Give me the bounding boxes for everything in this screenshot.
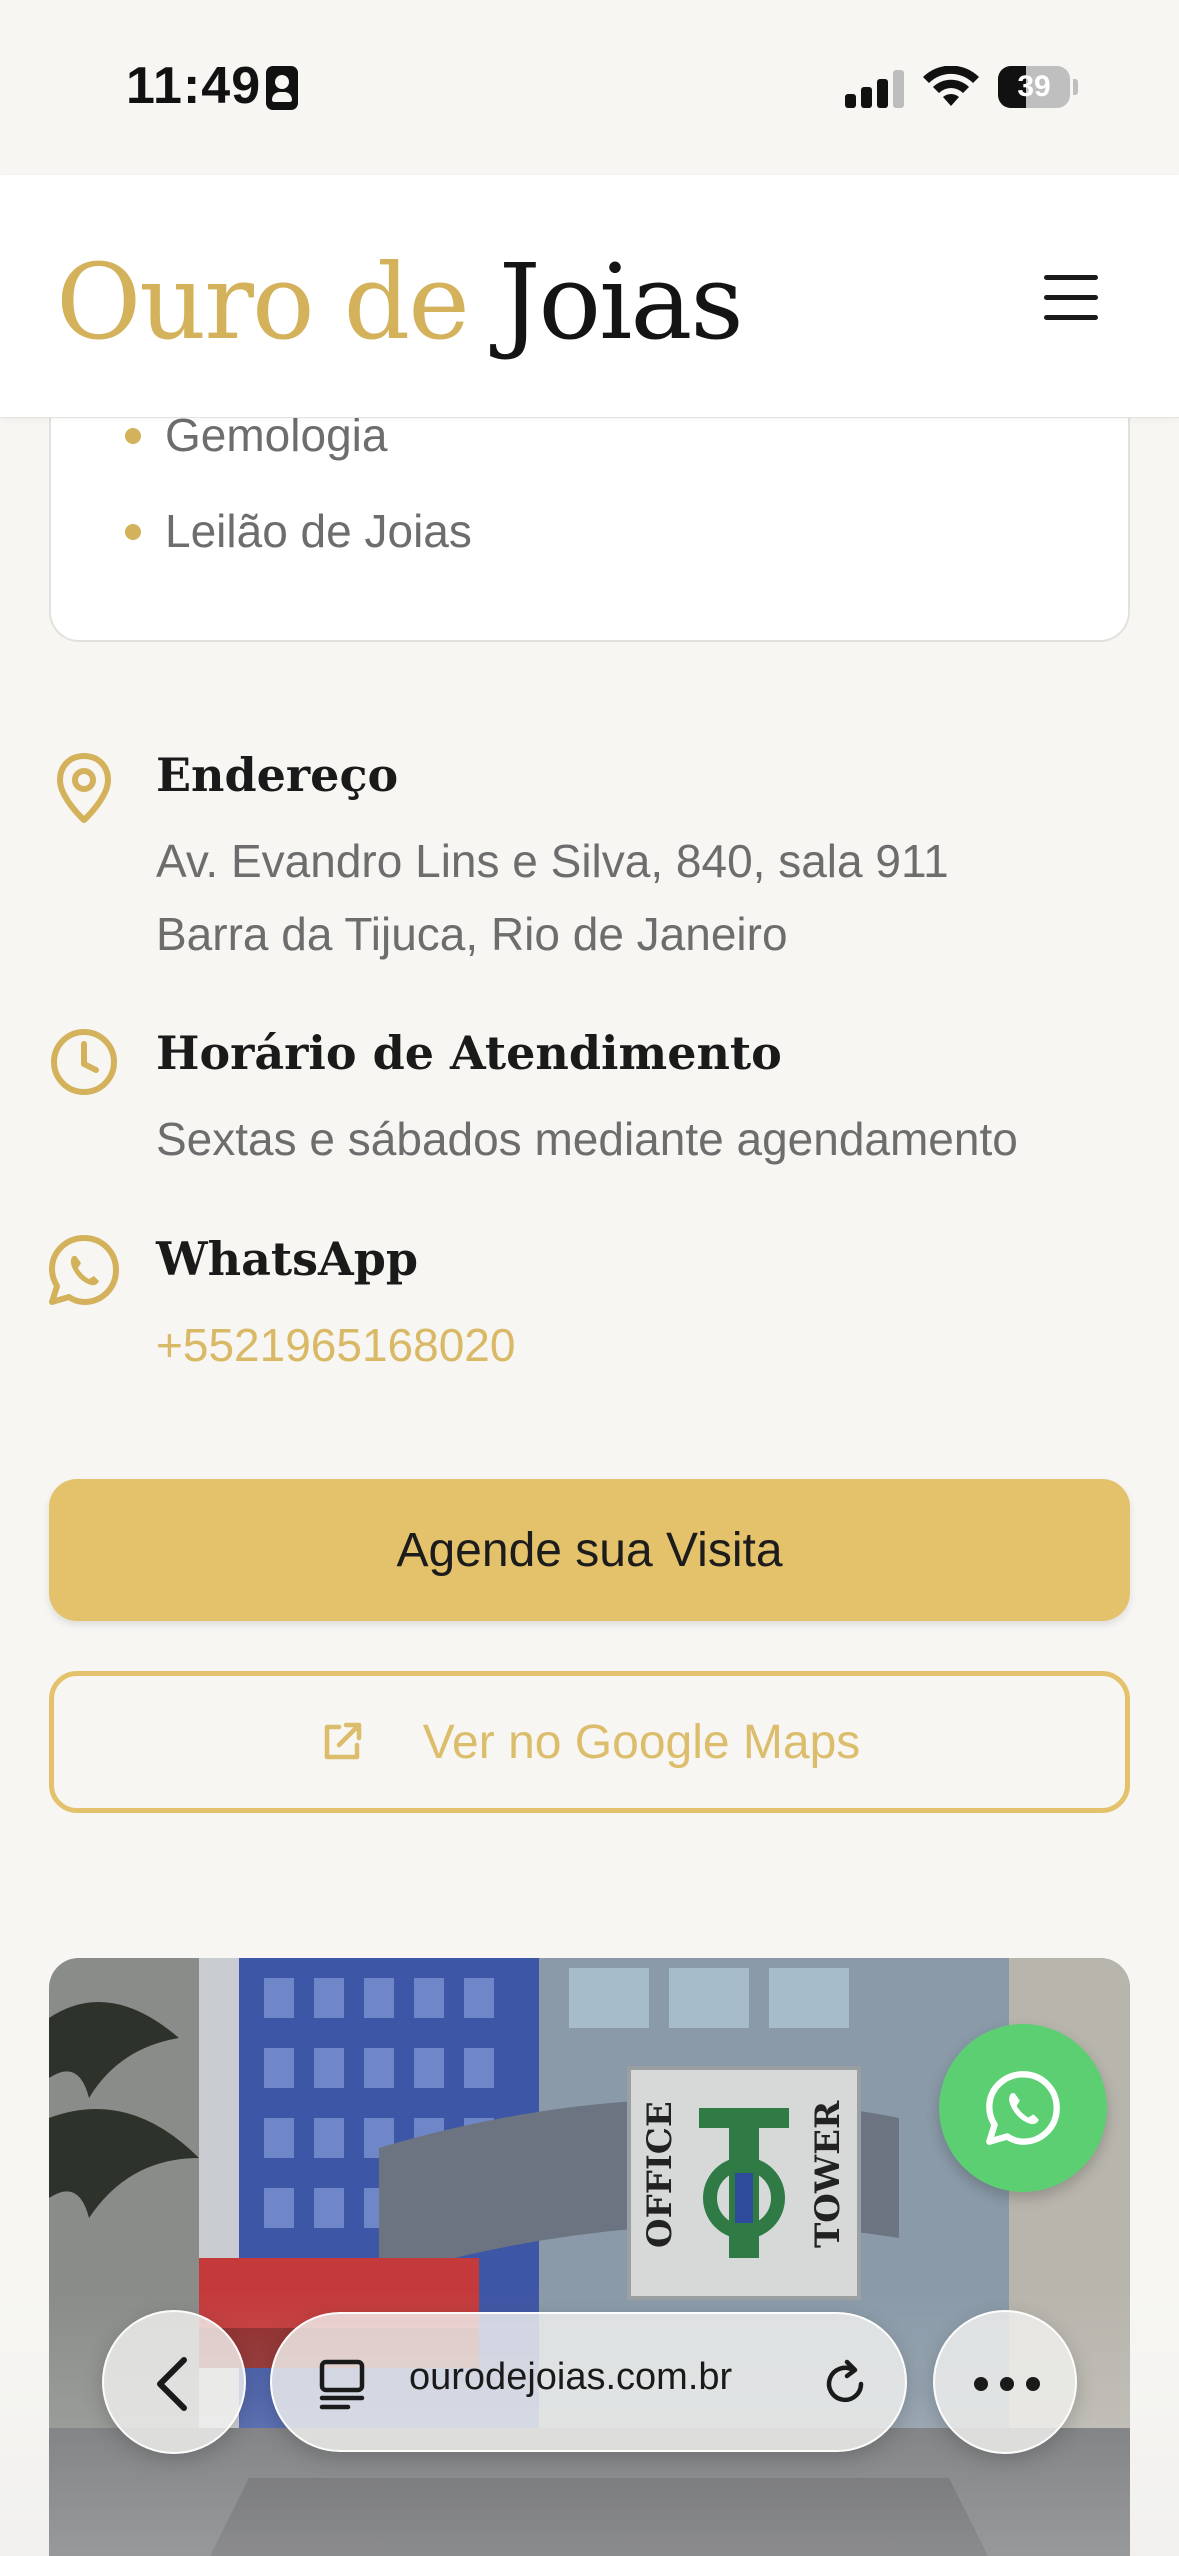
sign-office-text: OFFICE <box>640 2101 680 2248</box>
address-line-1: Av. Evandro Lins e Silva, 840, sala 911 <box>156 835 949 887</box>
status-time: 11:49 <box>126 57 262 115</box>
status-bar: 11:49 39 <box>0 0 1179 175</box>
whatsapp-floating-button[interactable] <box>939 2024 1107 2192</box>
contact-card-icon <box>266 66 298 110</box>
bullet-dot <box>125 524 141 540</box>
whatsapp-title: WhatsApp <box>156 1232 419 1286</box>
hours-text: Sextas e sábados mediante agendamento <box>156 1113 1018 1165</box>
url-text: ourodejoias.com.br <box>409 2356 733 2398</box>
reload-icon[interactable] <box>817 2356 873 2412</box>
whatsapp-icon <box>986 2071 1060 2145</box>
whatsapp-icon <box>49 1235 119 1305</box>
battery-level: 39 <box>1017 70 1051 103</box>
service-item-leilao: Leilão de Joias <box>165 505 472 557</box>
more-dots-icon <box>974 2377 1040 2391</box>
site-logo[interactable]: Ouro de Joias <box>56 245 744 359</box>
battery-cap <box>1073 79 1078 95</box>
battery-icon: 39 <box>998 66 1070 108</box>
cellular-signal-icon <box>845 70 905 108</box>
logo-part-dark: Joias <box>498 241 744 363</box>
site-header: Ouro de Joias <box>0 175 1179 418</box>
schedule-visit-button[interactable]: Agende sua Visita <box>49 1479 1130 1621</box>
tabs-icon <box>319 2359 365 2410</box>
clock-icon <box>51 1029 117 1095</box>
chevron-left-icon <box>157 2357 187 2411</box>
hours-title: Horário de Atendimento <box>156 1026 782 1080</box>
logo-part-gold: Ouro de <box>56 241 470 363</box>
address-title: Endereço <box>156 748 399 802</box>
sign-tower-text: TOWER <box>808 2100 848 2248</box>
hamburger-menu-icon[interactable] <box>1044 275 1100 320</box>
google-maps-label: Ver no Google Maps <box>422 1715 861 1769</box>
wifi-icon <box>923 66 979 106</box>
google-maps-button[interactable]: Ver no Google Maps <box>49 1671 1130 1813</box>
bullet-dot <box>125 428 141 444</box>
whatsapp-number-link[interactable]: +5521965168020 <box>156 1318 515 1372</box>
schedule-visit-label: Agende sua Visita <box>396 1523 783 1577</box>
address-line-2: Barra da Tijuca, Rio de Janeiro <box>156 908 788 960</box>
external-link-icon <box>324 1722 361 1760</box>
browser-back-button[interactable] <box>102 2310 246 2454</box>
browser-more-button[interactable] <box>933 2310 1077 2454</box>
location-pin-icon <box>57 753 111 823</box>
